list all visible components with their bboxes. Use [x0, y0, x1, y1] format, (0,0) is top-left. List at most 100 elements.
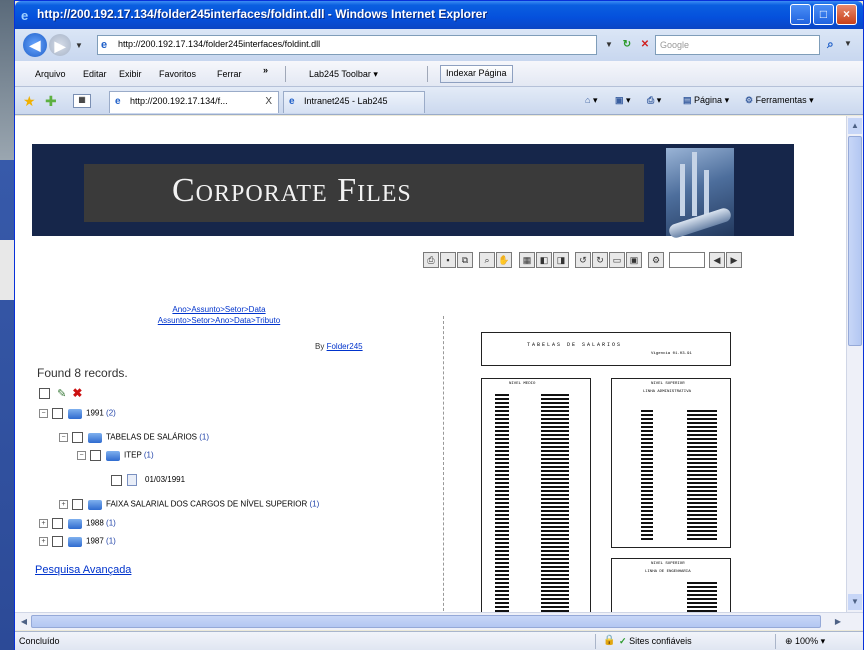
collapse-icon[interactable]: −	[59, 433, 68, 442]
collapse-icon[interactable]: −	[39, 409, 48, 418]
minimize-button[interactable]: _	[790, 4, 811, 25]
pan-tool-icon[interactable]: ✋	[496, 252, 512, 268]
tab-intranet[interactable]: e Intranet245 - Lab245	[283, 91, 425, 113]
feeds-icon[interactable]: ▣ ▾	[615, 95, 631, 106]
tree-checkbox[interactable]	[72, 432, 83, 443]
refresh-icon[interactable]: ↻	[619, 37, 635, 53]
forward-button[interactable]: ▶	[49, 34, 71, 56]
tree-node-faixa-salarial[interactable]: + FAIXA SALARIAL DOS CARGOS DE NÍVEL SUPE…	[59, 499, 319, 510]
tab-close-icon[interactable]: X	[265, 96, 272, 107]
settings-doc-icon[interactable]: ⚙	[648, 252, 664, 268]
tools-menu[interactable]: ⚙ Ferramentas ▾	[745, 95, 814, 106]
search-options-dropdown-icon[interactable]: ▼	[844, 39, 852, 48]
status-bar: Concluído 🔒 ✓ Sites confiáveis ⊕ 100% ▾	[15, 631, 863, 650]
tree-node-1991[interactable]: − 1991 (2)	[39, 408, 116, 419]
by-prefix: By	[315, 342, 325, 351]
next-page-icon[interactable]: ▶	[726, 252, 742, 268]
print-icon[interactable]: ⎙ ▾	[647, 95, 661, 106]
tree-checkbox[interactable]	[90, 450, 101, 461]
doc-col-right-3: NIVEL SUPERIOR	[651, 562, 685, 566]
tree-node-1988[interactable]: +1988 (1)	[39, 518, 116, 529]
doc-right-values	[687, 410, 717, 540]
address-input[interactable]: e http://200.192.17.134/folder245interfa…	[97, 35, 597, 55]
banner-title: Corporate Files	[172, 172, 412, 209]
address-dropdown-icon[interactable]: ▼	[601, 37, 617, 53]
menu-favoritos[interactable]: Favoritos	[159, 69, 196, 79]
fit-height-icon[interactable]: ◨	[553, 252, 569, 268]
tree-checkbox[interactable]	[52, 536, 63, 547]
back-button[interactable]: ◀	[23, 33, 47, 57]
fit-width-icon[interactable]: ◧	[536, 252, 552, 268]
scroll-left-arrow-icon[interactable]: ◀	[17, 615, 31, 628]
fit-page-icon[interactable]: ▦	[519, 252, 535, 268]
tree-checkbox[interactable]	[52, 518, 63, 529]
tree-checkbox[interactable]	[72, 499, 83, 510]
link-assunto-setor-ano-data-tributo[interactable]: Assunto>Setor>Ano>Data>Tributo	[158, 316, 280, 325]
folder245-link[interactable]: Folder245	[327, 342, 363, 351]
favorites-star-icon[interactable]: ★	[23, 93, 36, 110]
tree-checkbox[interactable]	[111, 474, 122, 486]
scroll-right-arrow-icon[interactable]: ▶	[831, 615, 845, 628]
menu-more-chevron-icon[interactable]: »	[263, 65, 268, 75]
scroll-up-arrow-icon[interactable]: ▲	[848, 118, 862, 134]
navigation-links: Ano>Assunto>Setor>Data Assunto>Setor>Ano…	[119, 304, 319, 326]
edit-icon[interactable]: ✎	[57, 387, 66, 400]
maximize-button[interactable]: □	[813, 4, 834, 25]
scroll-down-arrow-icon[interactable]: ▼	[848, 594, 862, 610]
expand-icon[interactable]: +	[59, 500, 68, 509]
tree-count: (1)	[199, 432, 210, 442]
pane-divider[interactable]	[443, 316, 444, 612]
horizontal-scrollbar[interactable]: ◀ ▶	[15, 612, 863, 630]
tree-node-document[interactable]: 01/03/1991	[111, 474, 185, 486]
collapse-icon[interactable]: −	[77, 451, 86, 460]
quick-tabs-icon[interactable]: ▦	[73, 94, 91, 108]
tab-current[interactable]: e http://200.192.17.134/f... X	[109, 91, 279, 113]
zoom-tool-icon[interactable]: ⌕	[479, 252, 495, 268]
tree-node-1987[interactable]: +1987 (1)	[39, 536, 116, 547]
menu-exibir[interactable]: Exibir	[119, 69, 142, 79]
vertical-scrollbar[interactable]: ▲ ▼	[846, 116, 863, 612]
title-bar[interactable]: e http://200.192.17.134/folder245interfa…	[15, 1, 863, 29]
print-doc-icon[interactable]: ⎙	[423, 252, 439, 268]
view-thumbs-icon[interactable]: ▣	[626, 252, 642, 268]
tree-label: 1991	[86, 408, 104, 418]
link-ano-assunto-setor-data[interactable]: Ano>Assunto>Setor>Data	[172, 305, 265, 314]
stop-icon[interactable]: ✕	[637, 37, 653, 53]
rotate-right-icon[interactable]: ↻	[592, 252, 608, 268]
tree-checkbox[interactable]	[52, 408, 63, 419]
tree-label: ITEP	[124, 450, 142, 460]
add-favorite-icon[interactable]: ✚	[45, 93, 57, 110]
horizontal-scroll-thumb[interactable]	[31, 615, 821, 628]
advanced-search-link[interactable]: Pesquisa Avançada	[35, 564, 131, 576]
tree-node-itep[interactable]: − ITEP (1)	[77, 450, 154, 461]
ie-logo-icon: e	[21, 8, 29, 23]
recent-pages-dropdown-icon[interactable]: ▼	[75, 41, 83, 50]
tree-node-tabelas-de-salarios[interactable]: − TABELAS DE SALÁRIOS (1)	[59, 432, 209, 443]
menu-fechar[interactable]: Ferrar	[217, 69, 242, 79]
close-window-button[interactable]: ×	[836, 4, 857, 25]
search-input[interactable]: Google	[655, 35, 820, 55]
doc-header-frame	[481, 332, 731, 366]
select-all-checkbox[interactable]	[39, 387, 50, 399]
zoom-control[interactable]: ⊕ 100% ▾	[785, 636, 825, 647]
industrial-plant-image	[666, 148, 734, 240]
home-icon[interactable]: ⌂ ▾	[585, 95, 597, 106]
copy-doc-icon[interactable]: ⧉	[457, 252, 473, 268]
page-number-input[interactable]	[669, 252, 705, 268]
view-single-icon[interactable]: ▭	[609, 252, 625, 268]
index-page-button[interactable]: Indexar Página	[440, 65, 513, 83]
rotate-left-icon[interactable]: ↺	[575, 252, 591, 268]
prev-page-icon[interactable]: ◀	[709, 252, 725, 268]
page-menu[interactable]: ▤ Página ▾	[683, 95, 729, 106]
save-doc-icon[interactable]: ▪	[440, 252, 456, 268]
corporate-files-banner: Corporate Files	[32, 144, 794, 240]
menu-editar[interactable]: Editar	[83, 69, 107, 79]
security-zone[interactable]: ✓ Sites confiáveis	[619, 636, 692, 647]
expand-icon[interactable]: +	[39, 537, 48, 546]
expand-icon[interactable]: +	[39, 519, 48, 528]
delete-icon[interactable]: ✖	[72, 386, 82, 400]
menu-arquivo[interactable]: Arquivo	[35, 69, 66, 79]
vertical-scroll-thumb[interactable]	[848, 136, 862, 346]
search-icon[interactable]: ⌕	[827, 37, 834, 52]
lab245-toolbar-menu[interactable]: Lab245 Toolbar ▾	[309, 69, 378, 80]
